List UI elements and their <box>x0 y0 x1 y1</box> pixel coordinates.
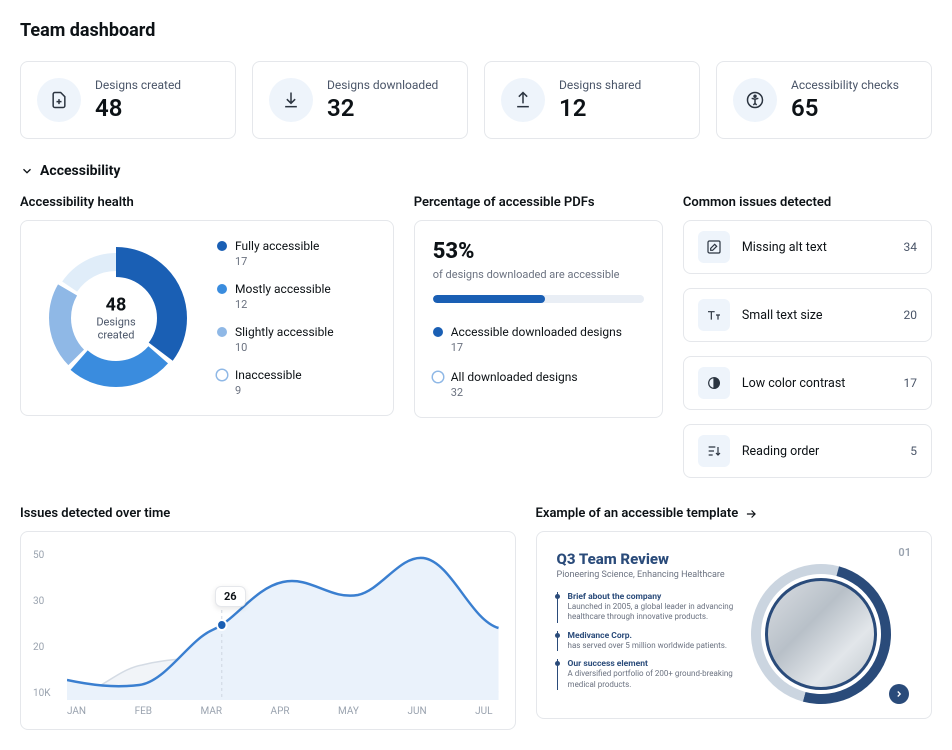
stats-row: Designs created 48 Designs downloaded 32… <box>20 61 932 139</box>
template-preview[interactable]: Q3 Team Review Pioneering Science, Enhan… <box>536 531 932 719</box>
health-title: Accessibility health <box>20 195 394 210</box>
health-legend: Fully accessible 17 Mostly accessible 12… <box>217 239 334 397</box>
donut-chart: 48 Designscreated <box>39 241 193 395</box>
stat-card-designs-created[interactable]: Designs created 48 <box>20 61 236 139</box>
template-image <box>765 578 877 690</box>
page-title: Team dashboard <box>20 20 932 41</box>
template-heading: Q3 Team Review <box>557 550 735 568</box>
arrow-right-icon <box>744 507 758 521</box>
timeline-title: Issues detected over time <box>20 506 516 521</box>
stat-value: 65 <box>791 94 899 122</box>
stat-value: 12 <box>559 94 641 122</box>
stat-card-designs-shared[interactable]: Designs shared 12 <box>484 61 700 139</box>
stat-value: 48 <box>95 94 181 122</box>
template-bullet: Medivance Corp. has served over 5 millio… <box>557 631 735 651</box>
issue-item-small-text[interactable]: Small text size 20 <box>683 288 932 342</box>
pdf-card: 53% of designs downloaded are accessible… <box>414 220 663 418</box>
legend-item: Fully accessible 17 <box>217 239 334 268</box>
stat-label: Designs created <box>95 78 181 92</box>
legend-dot-icon <box>217 284 227 294</box>
health-card: 48 Designscreated Fully accessible 17 Mo… <box>20 220 394 416</box>
pdf-subtitle: of designs downloaded are accessible <box>433 268 644 281</box>
stat-card-accessibility-checks[interactable]: Accessibility checks 65 <box>716 61 932 139</box>
chart-tooltip: 26 <box>215 586 246 607</box>
download-icon <box>269 78 313 122</box>
template-subheading: Pioneering Science, Enhancing Healthcare <box>557 570 735 580</box>
legend-item: All downloaded designs 32 <box>433 370 644 399</box>
issues-title: Common issues detected <box>683 195 932 210</box>
donut-center-label: Designscreated <box>96 315 135 341</box>
legend-item: Inaccessible 9 <box>217 368 334 397</box>
stat-value: 32 <box>327 94 438 122</box>
stat-card-designs-downloaded[interactable]: Designs downloaded 32 <box>252 61 468 139</box>
template-bullet: Our success element A diversified portfo… <box>557 659 735 690</box>
legend-dot-icon <box>217 327 227 337</box>
issue-item-missing-alt[interactable]: Missing alt text 34 <box>683 220 932 274</box>
pdf-percent: 53% <box>433 239 644 264</box>
legend-ring-icon <box>433 372 443 382</box>
legend-dot-icon <box>217 241 227 251</box>
legend-item: Mostly accessible 12 <box>217 282 334 311</box>
stat-label: Accessibility checks <box>791 78 899 92</box>
legend-dot-icon <box>433 327 443 337</box>
template-next-button[interactable] <box>889 684 909 704</box>
pdf-progress <box>433 295 644 303</box>
template-link[interactable]: Example of an accessible template <box>536 506 932 521</box>
template-page-num: 01 <box>898 546 911 559</box>
legend-item: Slightly accessible 10 <box>217 325 334 354</box>
timeline-chart: 50 30 20 10K 26 JAN FEB MAR <box>20 531 516 730</box>
pdf-title: Percentage of accessible PDFs <box>414 195 663 210</box>
template-bullet: Brief about the company Launched in 2005… <box>557 592 735 623</box>
ordering-icon <box>698 435 730 467</box>
contrast-icon <box>698 367 730 399</box>
accessibility-icon <box>733 78 777 122</box>
file-plus-icon <box>37 78 81 122</box>
chevron-right-icon <box>894 689 904 699</box>
issues-list: Missing alt text 34 Small text size 20 L… <box>683 220 932 478</box>
edit-icon <box>698 231 730 263</box>
chevron-down-icon <box>20 164 34 178</box>
template-image-frame <box>725 538 916 729</box>
legend-item: Accessible downloaded designs 17 <box>433 325 644 354</box>
donut-center-value: 48 <box>96 294 135 315</box>
stat-label: Designs downloaded <box>327 78 438 92</box>
stat-label: Designs shared <box>559 78 641 92</box>
upload-icon <box>501 78 545 122</box>
legend-ring-icon <box>217 370 227 380</box>
issue-item-reading-order[interactable]: Reading order 5 <box>683 424 932 478</box>
text-size-icon <box>698 299 730 331</box>
section-title: Accessibility <box>40 163 120 179</box>
section-accessibility-toggle[interactable]: Accessibility <box>20 163 932 179</box>
issue-item-contrast[interactable]: Low color contrast 17 <box>683 356 932 410</box>
